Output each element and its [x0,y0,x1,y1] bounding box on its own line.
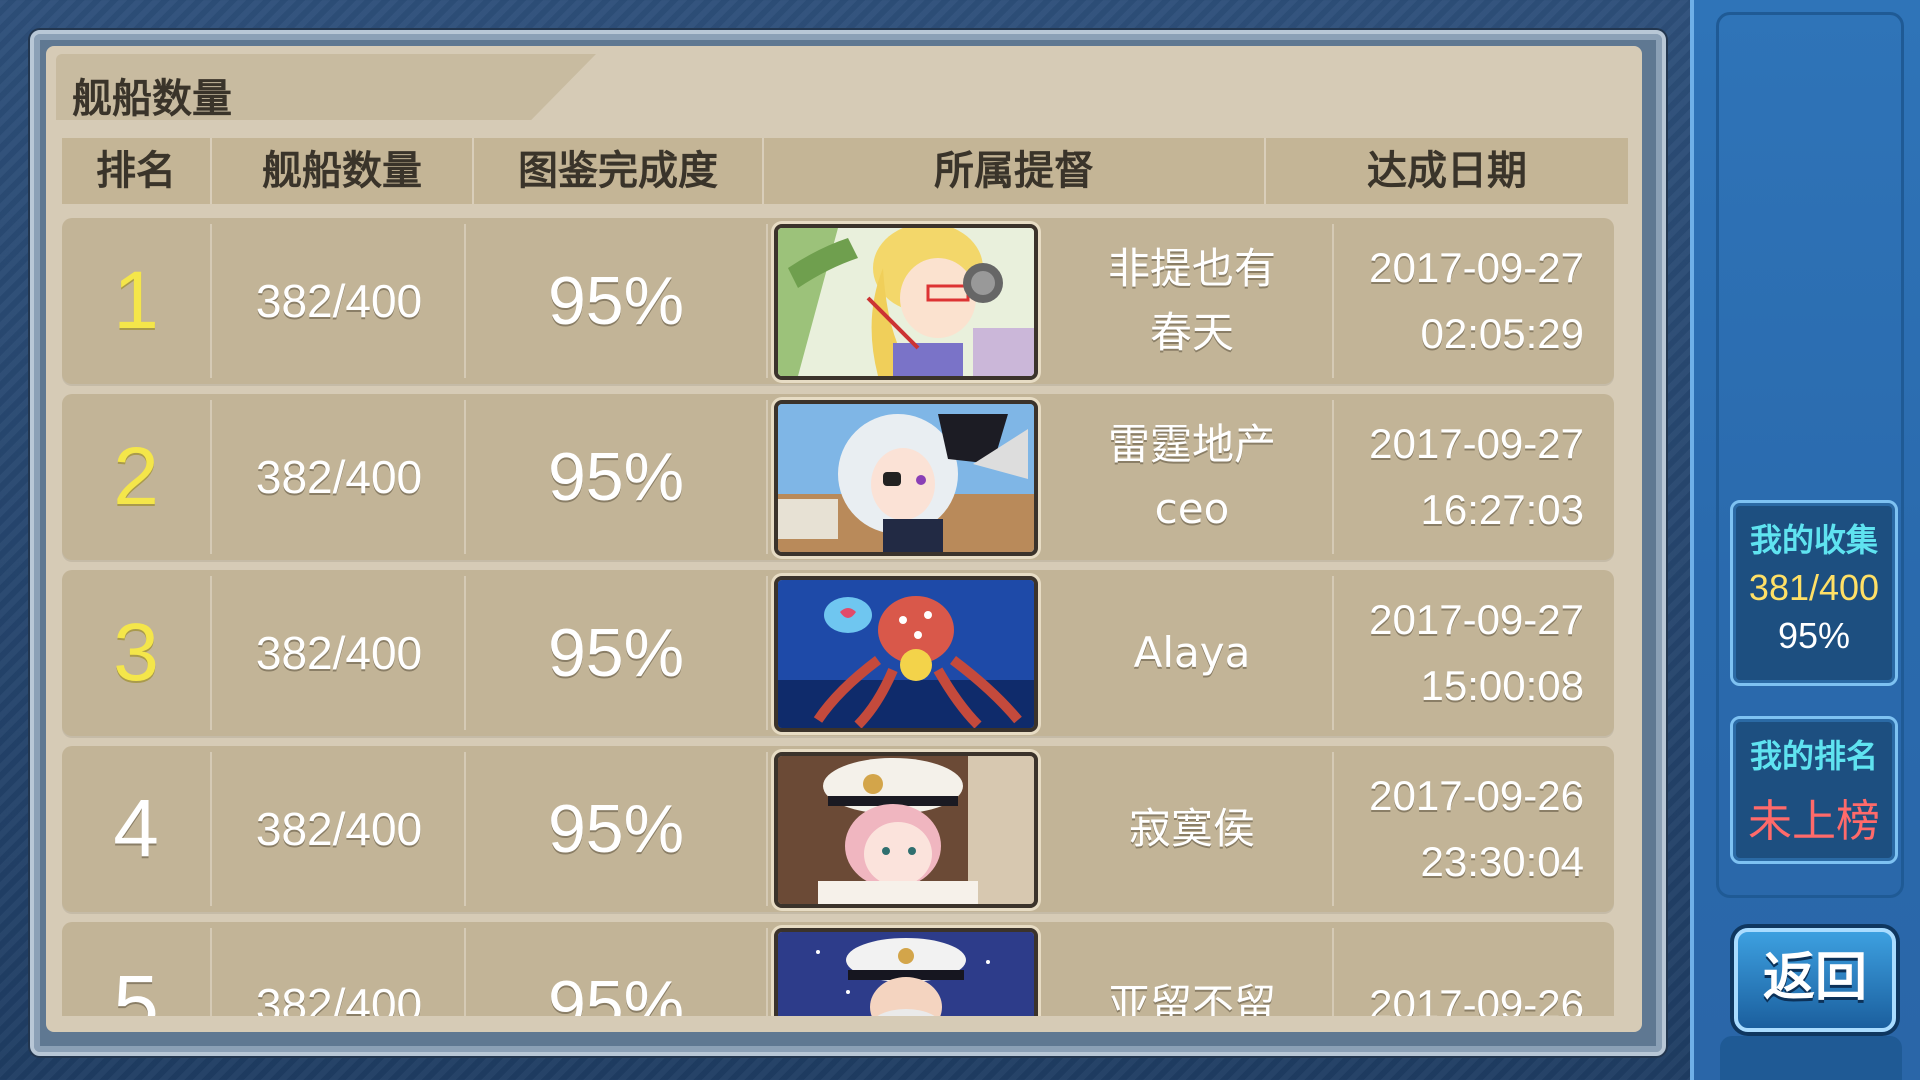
achieved-datetime: 2017-09-27 15:00:08 [1342,570,1614,736]
cell-divider [1332,400,1334,554]
cell-divider [1332,224,1334,378]
back-button-base [1720,1036,1902,1080]
cell-divider [766,224,768,378]
admiral-name: Alaya [1042,570,1342,736]
my-collection-percent: 95% [1777,615,1851,656]
ranking-row-3[interactable]: 3 382/400 95% Alaya 2017-09-27 15:00:08 [62,570,1614,736]
achieved-datetime: 2017-09-27 16:27:03 [1342,394,1614,560]
achieved-time: 23:30:04 [1420,838,1585,885]
admiral-avatar[interactable] [774,400,1038,556]
achieved-time: 15:00:08 [1420,662,1585,709]
completion-percent: 95% [547,967,685,1016]
rank-number: 1 [113,255,159,346]
cell-divider [766,576,768,730]
achieved-datetime: 2017-09-27 02:05:29 [1342,218,1614,384]
column-header-ship-count: 舰船数量 [262,148,422,194]
column-header-rank: 排名 [96,148,176,194]
my-collection-value: 381/400 [1748,567,1880,608]
ranking-row-5[interactable]: 5 382/400 95% 亚留不留 2017-09-26 [62,922,1614,1016]
cell-divider [1332,576,1334,730]
ship-count: 382/400 [255,627,423,679]
old-captain-portrait [778,932,1034,1016]
ship-count: 382/400 [255,979,423,1016]
admiral-avatar[interactable] [774,576,1038,732]
cell-divider [1332,928,1334,1016]
ship-count: 382/400 [255,803,423,855]
blonde-girl-glasses-portrait [778,228,1034,376]
my-rank-box: 我的排名 未上榜 [1730,716,1898,864]
ranking-row-1[interactable]: 1 382/400 95% 非提也有 春天 2017-09-27 02:05:2… [62,218,1614,384]
achieved-date: 2017-09-27 [1369,420,1584,467]
rank-number: 3 [113,607,159,698]
rank-number: 2 [113,431,159,522]
ranking-row-2[interactable]: 2 382/400 95% 雷霆地产 ceo 2017-09-27 16:27:… [62,394,1614,560]
cell-divider [1332,752,1334,906]
my-rank-label: 我的排名 [1749,737,1878,775]
my-collection-label: 我的收集 [1749,521,1878,559]
admiral-avatar[interactable] [774,224,1038,380]
back-button[interactable]: 返回 [1734,928,1896,1032]
achieved-datetime: 2017-09-26 [1342,922,1614,1016]
achieved-time: 02:05:29 [1420,310,1585,357]
column-header-completion: 图鉴完成度 [518,148,718,194]
panel-title: 舰船数量 [72,76,232,122]
column-header-date: 达成日期 [1367,148,1527,194]
cell-divider [766,752,768,906]
achieved-date: 2017-09-26 [1369,981,1584,1016]
admiral-name-line1: 寂寞侯 [1128,804,1255,853]
admiral-name: 雷霆地产 ceo [1042,394,1342,560]
ranking-list[interactable]: 1 382/400 95% 非提也有 春天 2017-09-27 02:05:2… [62,214,1614,1016]
achieved-date: 2017-09-26 [1369,772,1584,819]
rank-number: 5 [113,959,159,1016]
achieved-date: 2017-09-27 [1369,244,1584,291]
my-rank-value: 未上榜 [1748,796,1880,847]
completion-percent: 95% [547,263,685,339]
admiral-name-line1: Alaya [1133,628,1251,677]
completion-percent: 95% [547,791,685,867]
completion-percent: 95% [547,615,685,691]
my-collection-box: 我的收集 381/400 95% [1730,500,1898,686]
column-header-admiral: 所属提督 [934,148,1094,194]
admiral-name-line1: 雷霆地产 [1107,420,1276,469]
admiral-avatar[interactable] [774,752,1038,908]
rank-number: 4 [113,783,159,874]
ship-count: 382/400 [255,275,423,327]
completion-percent: 95% [547,439,685,515]
cell-divider [766,400,768,554]
admiral-name: 亚留不留 [1042,922,1342,1016]
admiral-name-line1: 亚留不留 [1107,980,1276,1016]
achieved-datetime: 2017-09-26 23:30:04 [1342,746,1614,912]
achieved-time: 16:27:03 [1420,486,1585,533]
ranking-row-4[interactable]: 4 382/400 95% 寂寞侯 2017-09-26 23:30:04 [62,746,1614,912]
admiral-name-line2: ceo [1154,484,1230,533]
pink-hair-captain-hat-portrait [778,756,1034,904]
admiral-name: 寂寞侯 [1042,746,1342,912]
white-hair-eyepatch-portrait [778,404,1034,552]
octopus-portrait [778,580,1034,728]
ship-count: 382/400 [255,451,423,503]
admiral-name-line1: 非提也有 [1107,244,1276,293]
cell-divider [766,928,768,1016]
admiral-name: 非提也有 春天 [1042,218,1342,384]
admiral-name-line2: 春天 [1149,308,1234,357]
achieved-date: 2017-09-27 [1369,596,1584,643]
admiral-avatar[interactable] [774,928,1038,1016]
